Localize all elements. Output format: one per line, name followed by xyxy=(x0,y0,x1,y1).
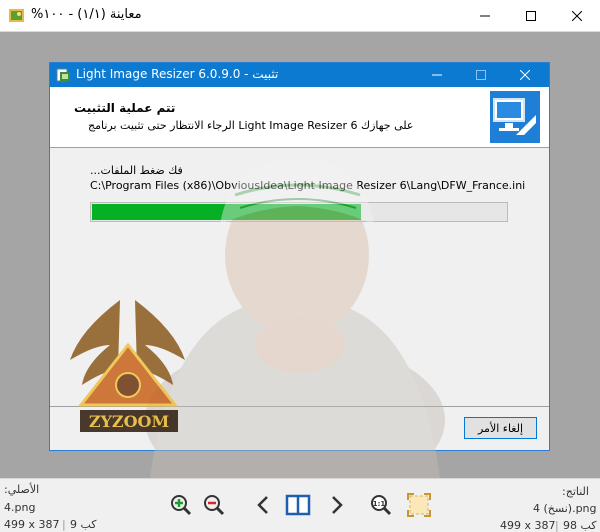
app-icon xyxy=(9,9,24,22)
progress-fill xyxy=(92,204,361,220)
output-filename: 4 (نسخ).png xyxy=(533,502,597,515)
fit-screen-button[interactable] xyxy=(405,491,433,519)
original-dimensions: 499 x 387 xyxy=(4,518,60,531)
original-size: 9 كب xyxy=(70,518,97,531)
maximize-button[interactable] xyxy=(508,0,554,31)
current-file-path: C:\Program Files (x86)\ObviousIdea\Light… xyxy=(90,179,526,192)
chevron-left-icon xyxy=(257,496,268,514)
output-size: 98 كب xyxy=(563,519,597,532)
previous-button[interactable] xyxy=(250,491,278,519)
installer-icon xyxy=(56,68,70,82)
dialog-minimize-button[interactable] xyxy=(415,63,459,87)
minimize-icon xyxy=(432,74,442,76)
original-label: :الأصلي xyxy=(4,483,40,496)
fit-screen-icon xyxy=(407,493,431,517)
zoom-out-button[interactable] xyxy=(200,491,228,519)
compare-view-button[interactable] xyxy=(284,491,312,519)
window-title: %معاينة (١/١) - ١٠٠ xyxy=(31,7,142,22)
header-divider xyxy=(50,147,549,148)
minimize-icon xyxy=(480,15,490,16)
output-dimensions: 499 x 387 xyxy=(500,519,556,532)
actual-size-icon: 1:1 xyxy=(371,495,392,516)
actual-size-button[interactable]: 1:1 xyxy=(367,491,395,519)
cancel-button[interactable]: إلغاء الأمر xyxy=(464,417,537,439)
zoom-out-icon xyxy=(204,495,225,516)
zoom-in-icon xyxy=(171,495,192,516)
zoom-in-button[interactable] xyxy=(167,491,195,519)
close-button[interactable] xyxy=(554,0,600,31)
dialog-titlebar: Light Image Resizer 6.0.9.0 - تثبيت xyxy=(50,63,549,87)
dialog-maximize-button[interactable] xyxy=(459,63,503,87)
window-titlebar: %معاينة (١/١) - ١٠٠ xyxy=(0,0,600,31)
close-icon xyxy=(572,10,582,21)
close-icon xyxy=(520,70,530,80)
footer-divider xyxy=(50,406,549,407)
header-title: تتم عملية التثبيت xyxy=(74,101,176,115)
minimize-button[interactable] xyxy=(462,0,508,31)
dialog-close-button[interactable] xyxy=(503,63,547,87)
dialog-title: Light Image Resizer 6.0.9.0 - تثبيت xyxy=(76,67,279,81)
maximize-icon xyxy=(476,70,486,80)
header-subtitle: الرجاء الانتظار حتى تثبيت برنامج Light I… xyxy=(88,119,414,132)
original-filename: 4.png xyxy=(4,501,36,514)
status-label: ...فك ضغط الملفات xyxy=(90,164,183,177)
output-label: :الناتج xyxy=(562,485,589,498)
separator: | xyxy=(555,519,559,532)
status-bar: :الأصلي 4.png 499 x 387 | 9 كب :الناتج 4… xyxy=(0,478,600,532)
monitor-logo-icon xyxy=(490,91,540,143)
chevron-right-icon xyxy=(332,496,343,514)
separator: | xyxy=(62,518,66,531)
installer-dialog: Light Image Resizer 6.0.9.0 - تثبيت تتم … xyxy=(50,63,549,450)
dialog-header: تتم عملية التثبيت الرجاء الانتظار حتى تث… xyxy=(50,87,549,147)
svg-text:1:1: 1:1 xyxy=(373,500,386,508)
next-button[interactable] xyxy=(322,491,350,519)
progress-bar xyxy=(90,202,508,222)
maximize-icon xyxy=(526,10,536,21)
compare-split-icon xyxy=(285,494,311,516)
